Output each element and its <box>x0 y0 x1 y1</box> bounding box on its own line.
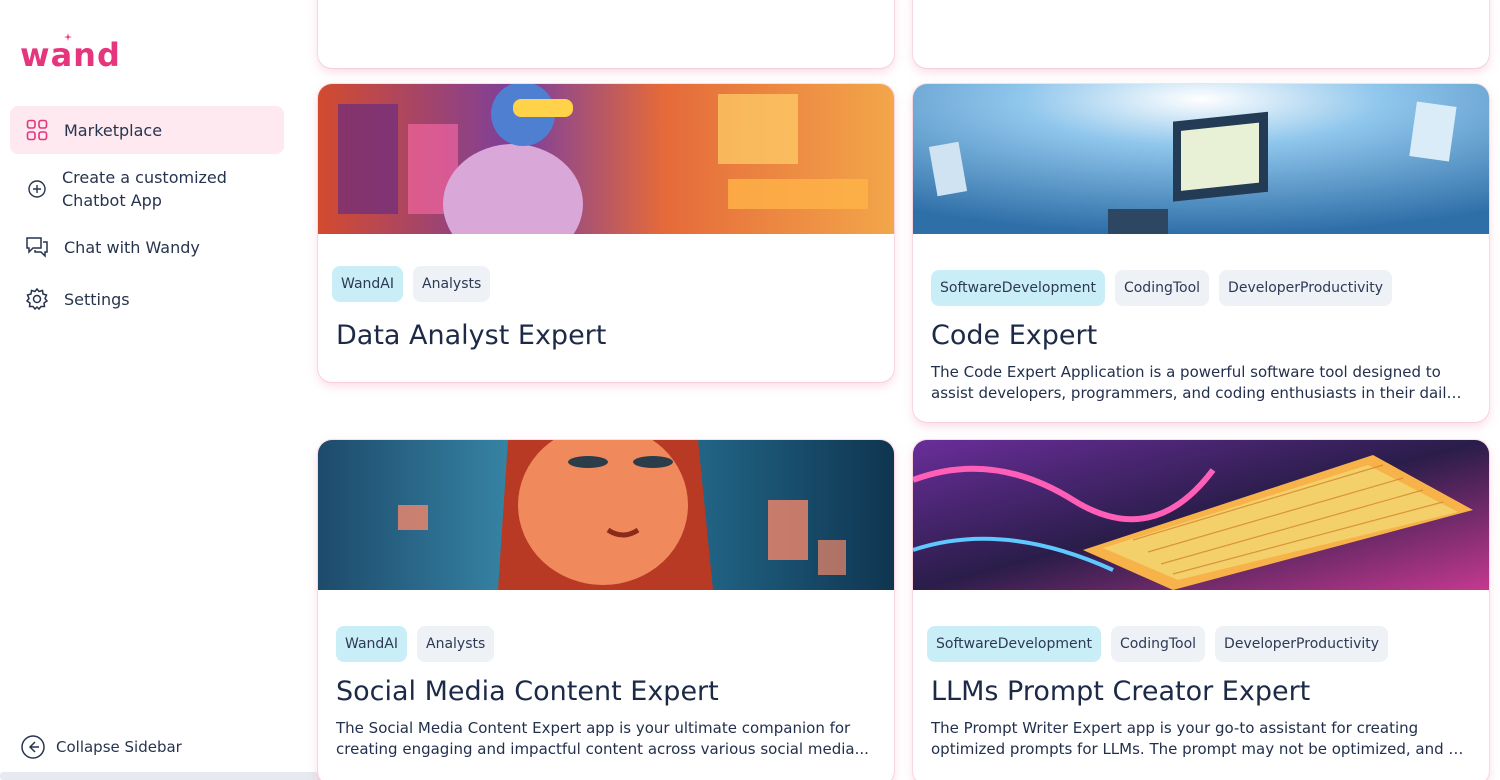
arrow-left-circle-icon <box>20 734 46 760</box>
wand-logo[interactable]: wand <box>20 33 121 74</box>
plus-circle-icon <box>24 176 50 202</box>
sidebar-item-create-chatbot[interactable]: Create a customized Chatbot App <box>10 160 284 218</box>
collapse-sidebar-label: Collapse Sidebar <box>56 738 182 756</box>
tag[interactable]: SoftwareDevelopment <box>927 626 1101 662</box>
tag[interactable]: SoftwareDevelopment <box>931 270 1105 306</box>
gear-icon <box>24 286 50 312</box>
sparkle-icon <box>64 33 72 41</box>
sidebar-item-label: Settings <box>64 289 130 309</box>
sidebar-item-label: Chat with Wandy <box>64 237 200 257</box>
tag[interactable]: DeveloperProductivity <box>1219 270 1393 306</box>
card-title[interactable]: Data Analyst Expert <box>336 320 606 351</box>
tag[interactable]: Analysts <box>417 626 495 662</box>
tag-list: WandAI Analysts <box>336 626 495 662</box>
sidebar-nav: Marketplace Create a customized Chatbot … <box>10 106 284 328</box>
sidebar-item-label: Marketplace <box>64 120 163 140</box>
label-line1: Create a customized <box>62 168 227 187</box>
card-cover-image <box>318 84 894 234</box>
tag[interactable]: WandAI <box>336 626 407 662</box>
sidebar-item-chat-with-wandy[interactable]: Chat with Wandy <box>10 224 284 270</box>
app-card-data-analyst[interactable]: WandAI Analysts Data Analyst Expert <box>318 84 894 382</box>
sidebar-item-marketplace[interactable]: Marketplace <box>10 106 284 154</box>
desc-line: The Code Expert Application is a powerfu… <box>931 363 1441 381</box>
desc-line: The Prompt Writer Expert app is your go-… <box>931 719 1419 737</box>
tag[interactable]: CodingTool <box>1110 626 1206 662</box>
label-line2: Chatbot App <box>62 191 162 210</box>
card-description: The Social Media Content Expert app is y… <box>336 718 870 760</box>
chat-icon <box>24 234 50 260</box>
card-description: The Prompt Writer Expert app is your go-… <box>931 718 1465 760</box>
logo-text: wand <box>20 36 121 74</box>
card-partial-top-right[interactable] <box>913 0 1489 68</box>
app-card-code-expert[interactable]: SoftwareDevelopment CodingTool Developer… <box>913 84 1489 422</box>
sidebar-item-settings[interactable]: Settings <box>10 276 284 322</box>
sidebar-item-label: Create a customized Chatbot App <box>62 166 227 212</box>
tag[interactable]: WandAI <box>332 266 403 302</box>
card-title[interactable]: LLMs Prompt Creator Expert <box>931 676 1310 707</box>
tag[interactable]: CodingTool <box>1114 270 1210 306</box>
tag-list: WandAI Analysts <box>332 266 491 302</box>
grid-icon <box>24 117 50 143</box>
tag-list: SoftwareDevelopment CodingTool Developer… <box>927 626 1389 662</box>
card-partial-top-left[interactable] <box>318 0 894 68</box>
app-card-llm-prompt[interactable]: SoftwareDevelopment CodingTool Developer… <box>913 440 1489 780</box>
card-title[interactable]: Code Expert <box>931 320 1097 351</box>
desc-line: creating engaging and impactful content … <box>336 740 869 758</box>
card-cover-image <box>913 84 1489 234</box>
tag[interactable]: Analysts <box>413 266 491 302</box>
tag-list: SoftwareDevelopment CodingTool Developer… <box>931 270 1393 306</box>
desc-line: optimized prompts for LLMs. The prompt m… <box>931 740 1465 758</box>
app-card-social-media[interactable]: WandAI Analysts Social Media Content Exp… <box>318 440 894 780</box>
sidebar: wand Marketplace Create a customized Cha… <box>0 0 478 780</box>
card-cover-image <box>318 440 894 590</box>
card-cover-image <box>913 440 1489 590</box>
desc-line: assist developers, programmers, and codi… <box>931 384 1465 402</box>
collapse-sidebar-button[interactable]: Collapse Sidebar <box>20 734 182 760</box>
desc-line: The Social Media Content Expert app is y… <box>336 719 851 737</box>
card-title[interactable]: Social Media Content Expert <box>336 676 719 707</box>
tag[interactable]: DeveloperProductivity <box>1215 626 1389 662</box>
card-description: The Code Expert Application is a powerfu… <box>931 362 1465 404</box>
